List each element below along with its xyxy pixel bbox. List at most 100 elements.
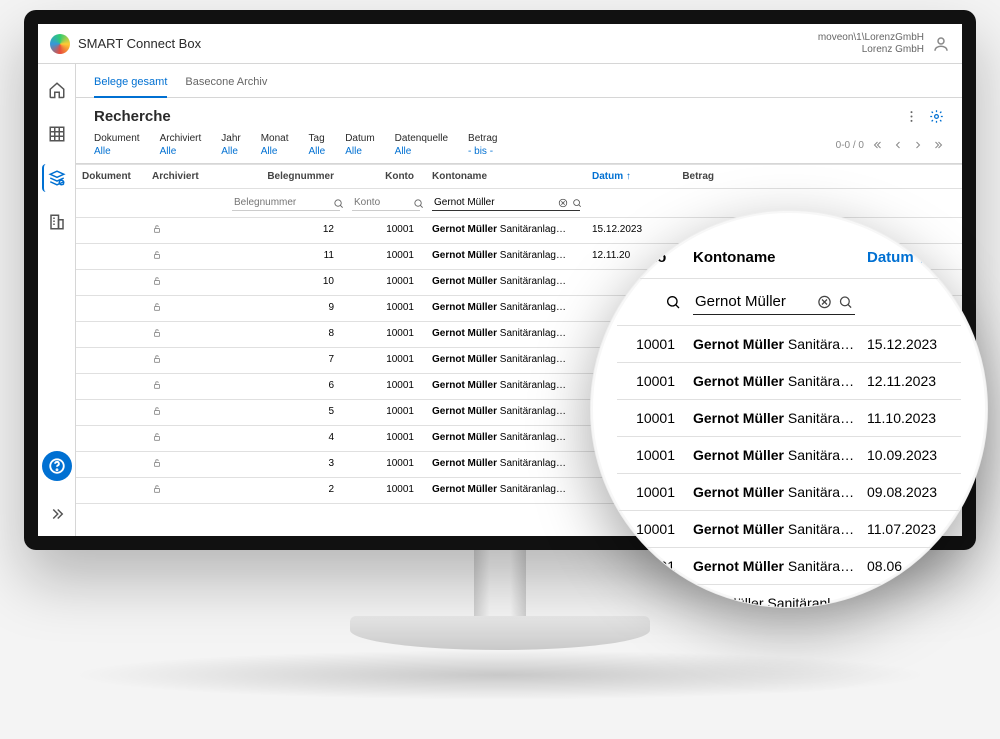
mag-col-kontoname[interactable]: Kontoname [687,241,861,274]
col-konto[interactable]: Konto [346,165,426,188]
tabs: Belege gesamt Basecone Archiv [76,64,962,98]
mag-row[interactable]: 10001Gernot Müller Sanitäranlag…11.07.20… [617,511,961,548]
kontoname-cell: Gernot Müller Sanitäranlag… [426,218,586,243]
archiviert-cell [146,426,226,451]
unlock-icon [152,328,162,338]
filter-dokument[interactable]: DokumentAlle [94,133,140,157]
building-icon [48,213,66,231]
col-betrag[interactable]: Betrag [666,165,726,188]
stack-search-icon [48,169,66,187]
kontoname-cell: Gernot Müller Sanitäranlag… [426,296,586,321]
mag-row[interactable]: 10001Gernot Müller Sanitäranlag…12.11.20… [617,363,961,400]
page-prev-icon[interactable] [892,139,904,151]
help-button[interactable] [42,451,72,481]
mag-name-cell: Gernot Müller Sanitäranlag… [687,326,861,362]
pager-range: 0-0 / 0 [836,140,864,151]
mag-konto-cell: 0001 [617,548,687,584]
mag-search-row [617,279,961,326]
filter-monat[interactable]: MonatAlle [261,133,289,157]
mag-row[interactable]: 10001Gernot Müller Sanitäranlag…09.08.20… [617,474,961,511]
mag-name-cell: Gernot Müller Sanitäranlag… [687,363,861,399]
konto-cell: 10001 [346,218,426,243]
mag-date-cell: 09.08.2023 [861,474,961,510]
monitor-shadow [70,650,930,700]
search-belegnummer[interactable] [226,189,346,217]
konto-cell: 10001 [346,400,426,425]
tab-basecone-archiv[interactable]: Basecone Archiv [185,70,267,97]
beleg-cell: 9 [226,296,346,321]
kontoname-cell: Gernot Müller Sanitäranlag… [426,400,586,425]
page-toolbar: Recherche [76,98,962,129]
search-icon[interactable] [665,294,681,310]
beleg-cell: 2 [226,478,346,503]
unlock-icon [152,380,162,390]
search-konto[interactable] [346,189,426,217]
search-belegnummer-input[interactable] [232,195,340,211]
unlock-icon [152,276,162,286]
user-path: moveon\1\LorenzGmbH [818,32,924,44]
konto-cell: 10001 [346,348,426,373]
filter-jahr[interactable]: JahrAlle [221,133,240,157]
col-belegnummer[interactable]: Belegnummer [226,165,346,188]
mag-partial-row: t Müller Sanitäranl [617,585,961,608]
col-dokument[interactable]: Dokument [76,165,146,188]
home-icon [48,81,66,99]
page-next-icon[interactable] [912,139,924,151]
nav-home[interactable] [43,76,71,104]
search-kontoname[interactable] [426,189,586,217]
user-info[interactable]: moveon\1\LorenzGmbH Lorenz GmbH [818,32,924,56]
sidebar [38,64,76,536]
col-datum[interactable]: Datum [586,165,666,188]
mag-row[interactable]: 10001Gernot Müller Sanitäranlag…15.12.20… [617,326,961,363]
mag-konto-cell: 10001 [617,326,687,362]
nav-grid[interactable] [43,120,71,148]
search-icon[interactable] [572,198,582,208]
kontoname-cell: Gernot Müller Sanitäranlag… [426,478,586,503]
konto-cell: 10001 [346,426,426,451]
help-icon [48,457,66,475]
beleg-cell: 6 [226,374,346,399]
clear-icon[interactable] [558,198,568,208]
konto-cell: 10001 [346,452,426,477]
archiviert-cell [146,478,226,503]
nav-building[interactable] [43,208,71,236]
page-last-icon[interactable] [932,139,944,151]
user-avatar-icon[interactable] [932,35,950,53]
table-header: Dokument Archiviert Belegnummer Konto Ko… [76,164,962,189]
mag-row[interactable]: 10001Gernot Müller Sanitäranlag…11.10.20… [617,400,961,437]
unlock-icon [152,484,162,494]
chevrons-right-icon [48,505,66,523]
nav-search-docs[interactable] [42,164,70,192]
beleg-cell: 4 [226,426,346,451]
mag-row[interactable]: 0001Gernot Müller Sanitäranlag…08.06 [617,548,961,585]
mag-date-cell: 12.11.2023 [861,363,961,399]
sidebar-expand[interactable] [48,505,66,528]
mag-konto-cell: 10001 [617,474,687,510]
beleg-cell: 11 [226,244,346,269]
mag-row[interactable]: 10001Gernot Müller Sanitäranlag…10.09.20… [617,437,961,474]
unlock-icon [152,250,162,260]
search-icon[interactable] [838,295,853,310]
kontoname-cell: Gernot Müller Sanitäranlag… [426,270,586,295]
filter-betrag[interactable]: Betrag- bis - [468,133,497,157]
filter-archiviert[interactable]: ArchiviertAlle [160,133,202,157]
datum-cell: 15.12.2023 [586,218,666,243]
clear-icon[interactable] [817,295,832,310]
beleg-cell: 3 [226,452,346,477]
filter-datenquelle[interactable]: DatenquelleAlle [395,133,448,157]
beleg-cell: 5 [226,400,346,425]
filter-tag[interactable]: TagAlle [309,133,326,157]
page-first-icon[interactable] [872,139,884,151]
filter-datum[interactable]: DatumAlle [345,133,374,157]
more-vert-icon[interactable] [904,109,919,124]
tab-belege-gesamt[interactable]: Belege gesamt [94,70,167,98]
grid-icon [48,125,66,143]
monitor-stand-base [350,616,650,650]
archiviert-cell [146,244,226,269]
search-konto-input[interactable] [352,195,420,211]
kontoname-cell: Gernot Müller Sanitäranlag… [426,426,586,451]
settings-gear-icon[interactable] [929,109,944,124]
col-kontoname[interactable]: Kontoname [426,165,586,188]
col-archiviert[interactable]: Archiviert [146,165,226,188]
beleg-cell: 7 [226,348,346,373]
